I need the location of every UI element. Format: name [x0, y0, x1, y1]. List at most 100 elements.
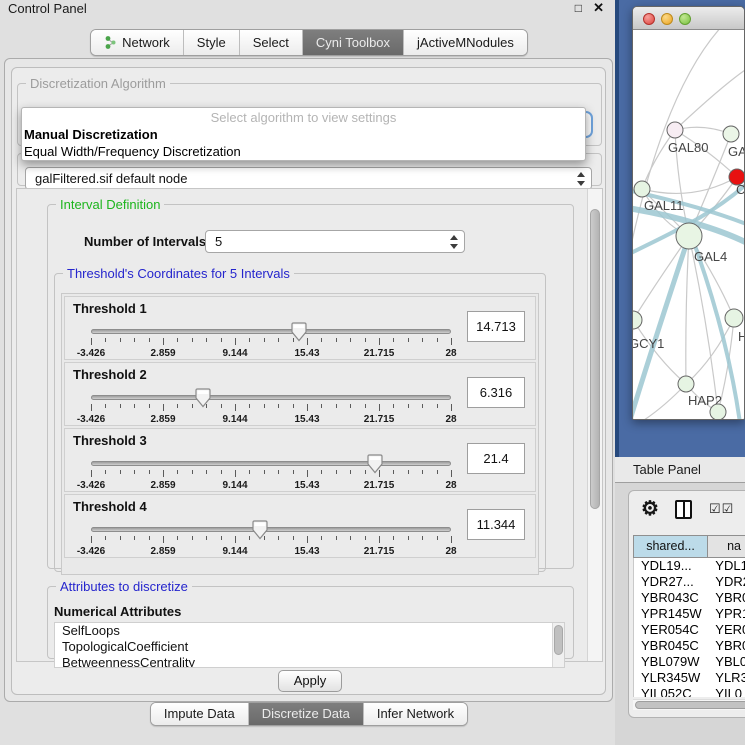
threshold-label: Threshold 4 — [73, 499, 147, 514]
threshold-slider[interactable]: -3.4262.8599.14415.4321.71528 — [91, 519, 451, 555]
threshold-value-field[interactable] — [467, 509, 525, 540]
network-edge[interactable] — [642, 177, 737, 193]
cell-name[interactable]: YER0 — [708, 622, 745, 638]
attributes-scrollbar[interactable] — [552, 623, 564, 667]
slider-track[interactable] — [91, 461, 451, 466]
cell-shared-name[interactable]: YDL19... — [634, 558, 708, 574]
scrollbar-thumb[interactable] — [635, 701, 745, 709]
apply-button[interactable]: Apply — [278, 670, 342, 692]
network-node[interactable] — [634, 181, 650, 197]
network-edge[interactable] — [641, 384, 686, 419]
cell-shared-name[interactable]: YBR043C — [634, 590, 708, 606]
network-node[interactable] — [667, 122, 683, 138]
cell-name[interactable]: YLR3 — [708, 670, 745, 686]
gear-icon[interactable]: ⚙ — [641, 496, 659, 521]
threshold-rows: Threshold 1 -3.4262.8599.14415.4321.7152… — [61, 293, 539, 575]
table-row[interactable]: YDR27...YDR2 — [634, 574, 745, 590]
number-of-intervals-combobox[interactable]: 5 — [205, 230, 465, 253]
table-row[interactable]: YBL079WYBL0 — [634, 654, 745, 670]
table-row[interactable]: YBR045CYBR0 — [634, 638, 745, 654]
close-traffic-light-icon[interactable] — [643, 13, 655, 25]
tab-select[interactable]: Select — [240, 30, 303, 55]
network-window-titlebar[interactable] — [633, 7, 744, 30]
tab-discretize-data[interactable]: Discretize Data — [249, 703, 364, 725]
table-row[interactable]: YBR043CYBR0 — [634, 590, 745, 606]
float-window-icon[interactable]: □ — [575, 1, 582, 15]
column-header-shared-name[interactable]: shared... — [633, 535, 708, 558]
network-node[interactable] — [725, 309, 743, 327]
thresholds-group: Threshold's Coordinates for 5 Intervals … — [54, 266, 546, 572]
cell-name[interactable]: YDL1 — [708, 558, 745, 574]
tab-impute-data[interactable]: Impute Data — [151, 703, 249, 725]
cell-name[interactable]: YDR2 — [708, 574, 745, 590]
cell-shared-name[interactable]: YDR27... — [634, 574, 708, 590]
dropdown-option-equal-width-frequency[interactable]: Equal Width/Frequency Discretization — [22, 143, 585, 160]
scrollbar-thumb[interactable] — [554, 625, 563, 655]
tick-label: -3.426 — [77, 414, 105, 425]
network-node[interactable] — [723, 126, 739, 142]
tab-label: Cyni Toolbox — [316, 30, 390, 55]
threshold-value-field[interactable] — [467, 311, 525, 342]
network-edge[interactable] — [675, 68, 744, 130]
table-horizontal-scrollbar[interactable] — [633, 699, 745, 710]
numerical-attributes-list[interactable]: SelfLoopsTopologicalCoefficientBetweenne… — [54, 622, 565, 668]
cell-shared-name[interactable]: YLR345W — [634, 670, 708, 686]
attribute-item[interactable]: BetweennessCentrality — [55, 655, 564, 668]
slider-track[interactable] — [91, 395, 451, 400]
slider-track[interactable] — [91, 329, 451, 334]
table-row[interactable]: YIL052CYIL0 — [634, 686, 745, 697]
network-edge[interactable] — [686, 236, 689, 384]
table-data-combobox[interactable]: galFiltered.sif default node — [25, 167, 592, 190]
scrollbar-thumb[interactable] — [590, 209, 600, 509]
attribute-item[interactable]: TopologicalCoefficient — [55, 639, 564, 655]
table-row[interactable]: YLR345WYLR3 — [634, 670, 745, 686]
table-body[interactable]: YDL19...YDL1YDR27...YDR2YBR043CYBR0YPR14… — [633, 558, 745, 697]
table-row[interactable]: YDL19...YDL1 — [634, 558, 745, 574]
minimize-traffic-light-icon[interactable] — [661, 13, 673, 25]
table-panel-titlebar: Table Panel — [615, 457, 745, 483]
network-node[interactable] — [678, 376, 694, 392]
cell-name[interactable]: YPR1 — [708, 606, 745, 622]
threshold-value-field[interactable] — [467, 377, 525, 408]
cell-name[interactable]: YBL0 — [708, 654, 745, 670]
table-row[interactable]: YER054CYER0 — [634, 622, 745, 638]
tab-label: Infer Network — [377, 703, 454, 725]
cell-shared-name[interactable]: YPR145W — [634, 606, 708, 622]
slider-track[interactable] — [91, 527, 451, 532]
tab-style[interactable]: Style — [184, 30, 240, 55]
node-label: GCY1 — [633, 336, 664, 351]
split-column-icon[interactable] — [675, 500, 692, 519]
network-node[interactable] — [633, 311, 642, 329]
table-row[interactable]: YPR145WYPR1 — [634, 606, 745, 622]
checkbox-icons[interactable]: ☑☑ — [709, 501, 734, 517]
tick-label: 28 — [445, 348, 456, 359]
tab-cyni-toolbox[interactable]: Cyni Toolbox — [303, 30, 404, 55]
zoom-traffic-light-icon[interactable] — [679, 13, 691, 25]
threshold-slider[interactable]: -3.4262.8599.14415.4321.71528 — [91, 321, 451, 357]
network-node[interactable] — [710, 404, 726, 419]
settings-vertical-scrollbar[interactable] — [587, 189, 602, 661]
cell-name[interactable]: YBR0 — [708, 590, 745, 606]
network-graph[interactable]: GAL80GACGAL11GAL4GCY1HHAP2 — [633, 30, 744, 419]
cell-shared-name[interactable]: YBL079W — [634, 654, 708, 670]
cell-name[interactable]: YBR0 — [708, 638, 745, 654]
tab-infer-network[interactable]: Infer Network — [364, 703, 467, 725]
threshold-slider[interactable]: -3.4262.8599.14415.4321.71528 — [91, 387, 451, 423]
network-node[interactable] — [676, 223, 702, 249]
dropdown-placeholder-item[interactable]: Select algorithm to view settings — [22, 110, 585, 126]
cell-shared-name[interactable]: YBR045C — [634, 638, 708, 654]
tab-jactivemnodules[interactable]: jActiveMNodules — [404, 30, 527, 55]
tab-network[interactable]: Network — [91, 30, 184, 55]
cell-shared-name[interactable]: YER054C — [634, 622, 708, 638]
dropdown-option-manual-discretization[interactable]: Manual Discretization — [22, 126, 585, 143]
cell-shared-name[interactable]: YIL052C — [634, 686, 708, 697]
threshold-value-field[interactable] — [467, 443, 525, 474]
network-canvas[interactable]: GAL80GACGAL11GAL4GCY1HHAP2 — [633, 30, 744, 419]
close-icon[interactable]: ✕ — [593, 0, 604, 16]
attribute-item[interactable]: SelfLoops — [55, 623, 564, 639]
network-edge-highlighted[interactable] — [633, 236, 689, 419]
column-header-name[interactable]: na — [708, 535, 745, 558]
tick-label: 2.859 — [150, 414, 175, 425]
threshold-slider[interactable]: -3.4262.8599.14415.4321.71528 — [91, 453, 451, 489]
cell-name[interactable]: YIL0 — [708, 686, 745, 697]
